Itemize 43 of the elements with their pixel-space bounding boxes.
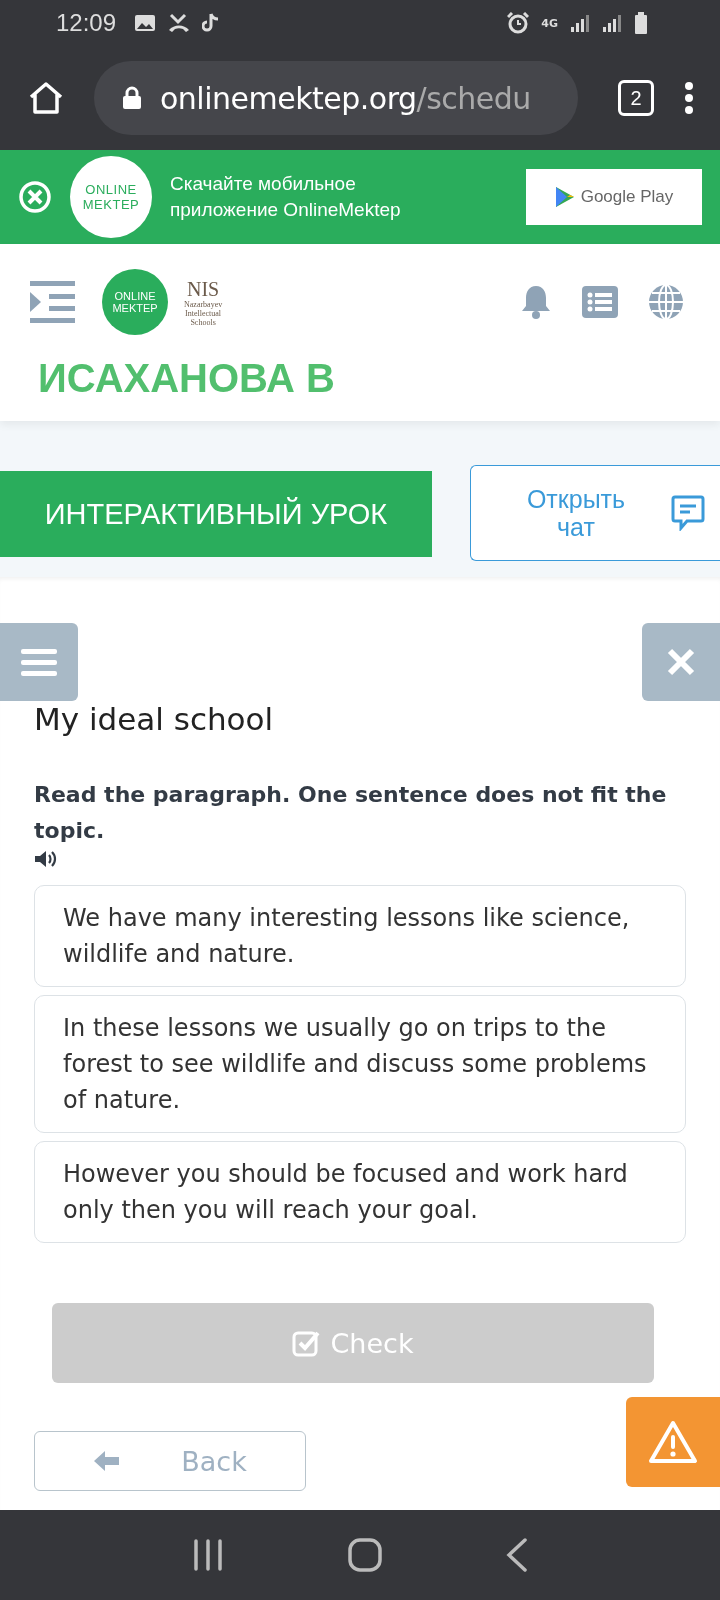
globe-icon[interactable] — [648, 284, 684, 320]
network-type: 4G — [541, 16, 558, 30]
bell-icon[interactable] — [520, 284, 552, 320]
close-icon — [667, 648, 695, 676]
signal-icon — [570, 14, 590, 32]
alarm-icon — [507, 12, 530, 34]
instruction-text: Read the paragraph. One sentence does not fit the topic. — [34, 781, 668, 845]
recent-apps-icon[interactable] — [192, 1539, 224, 1571]
list-icon[interactable] — [582, 286, 618, 318]
sentence-option[interactable]: However you should be focused and work hard only then you will reach your goal. — [34, 1141, 686, 1243]
chat-icon — [671, 495, 705, 531]
speaker-icon[interactable] — [34, 849, 58, 869]
image-icon — [134, 14, 157, 32]
chat-button[interactable]: Открыть чат — [470, 465, 720, 561]
close-icon[interactable] — [18, 180, 52, 214]
lock-icon — [122, 86, 142, 110]
tab-count-button[interactable]: 2 — [618, 80, 654, 116]
google-play-button[interactable]: Google Play — [526, 169, 702, 225]
banner-text: Скачайте мобильное приложение OnlineMektep — [170, 172, 402, 222]
missed-call-icon — [168, 13, 191, 33]
battery-icon — [634, 12, 648, 34]
note-icon — [202, 13, 221, 33]
warning-icon — [648, 1420, 698, 1464]
task-title: My ideal school — [34, 701, 275, 737]
home-icon[interactable] — [348, 1538, 382, 1572]
user-name: ИСАХАНОВА В — [38, 356, 336, 401]
address-bar[interactable]: onlinemektep.org/schedu — [94, 61, 578, 135]
status-time: 12:09 — [56, 9, 117, 37]
menu-button[interactable] — [0, 623, 78, 701]
back-icon[interactable] — [506, 1538, 528, 1572]
logo: ONLINE MEKTEP — [70, 156, 152, 238]
checkbox-icon — [292, 1329, 321, 1357]
close-button[interactable] — [642, 623, 720, 701]
report-button[interactable] — [626, 1397, 720, 1487]
url-text: onlinemektep.org/schedu — [160, 80, 531, 116]
signal-icon — [602, 14, 622, 32]
arrow-left-icon — [93, 1450, 122, 1472]
menu-icon[interactable] — [684, 81, 694, 115]
menu-icon — [21, 648, 57, 676]
partner-logo: NIS Nazarbayev Intellectual Schools — [184, 277, 223, 327]
sentence-option[interactable]: In these lessons we usually go on trips to the forest to see wildlife and discuss some problems of nature. — [34, 995, 686, 1133]
play-icon — [554, 186, 575, 208]
sentence-option[interactable]: We have many interesting lessons like science, wildlife and nature. — [34, 885, 686, 987]
